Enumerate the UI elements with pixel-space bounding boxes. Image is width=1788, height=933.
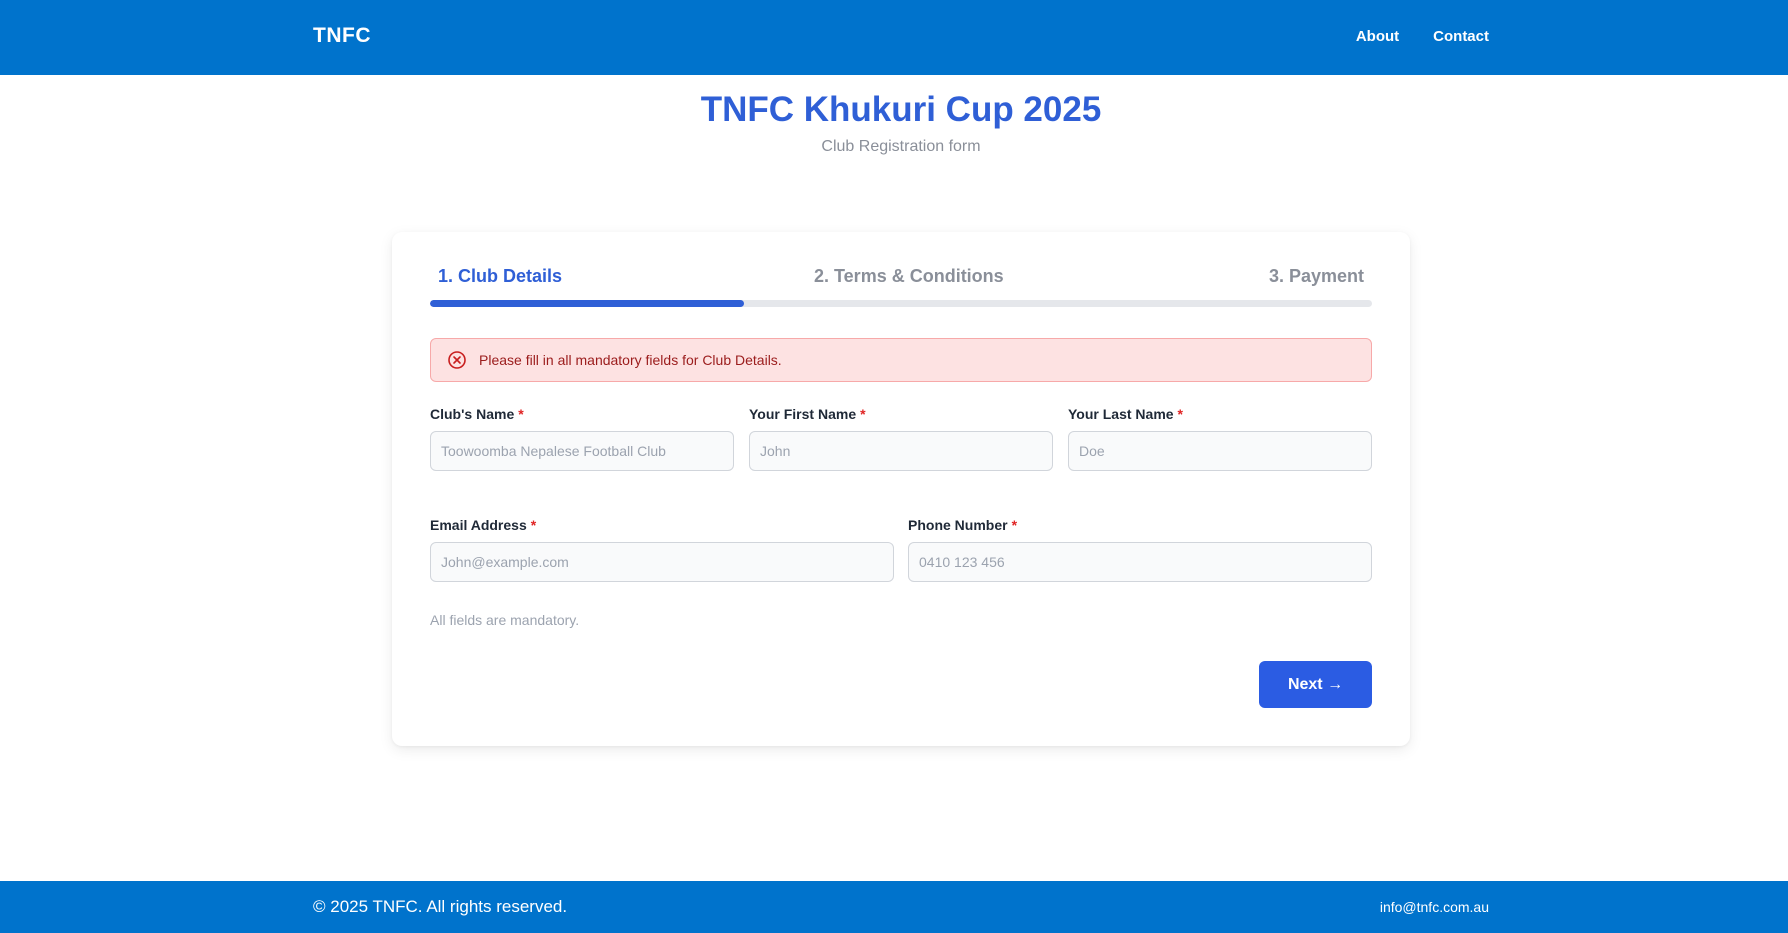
last-name-label-text: Your Last Name bbox=[1068, 406, 1174, 422]
footer-copyright: © 2025 TNFC. All rights reserved. bbox=[313, 897, 568, 916]
wizard-steps: 1. Club Details 2. Terms & Conditions 3.… bbox=[430, 266, 1372, 290]
page-title: TNFC Khukuri Cup 2025 bbox=[700, 90, 1102, 129]
club-name-label: Club's Name * bbox=[430, 406, 524, 422]
required-mark: * bbox=[860, 406, 866, 422]
first-name-input[interactable] bbox=[749, 431, 1053, 471]
step-payment[interactable]: 3. Payment bbox=[1269, 266, 1364, 287]
email-label: Email Address * bbox=[430, 517, 536, 533]
error-circle-icon bbox=[447, 350, 467, 370]
footer: © 2025 TNFC. All rights reserved. info@t… bbox=[0, 881, 1788, 933]
brand-logo[interactable]: TNFC bbox=[313, 24, 371, 48]
required-mark: * bbox=[518, 406, 524, 422]
progress-bar bbox=[430, 300, 1372, 307]
club-name-input[interactable] bbox=[430, 431, 734, 471]
footer-email-link[interactable]: info@tnfc.com.au bbox=[1380, 899, 1489, 915]
required-mark: * bbox=[1177, 406, 1183, 422]
nav-links: About Contact bbox=[1356, 28, 1489, 45]
step-club-details[interactable]: 1. Club Details bbox=[438, 266, 562, 287]
phone-label-text: Phone Number bbox=[908, 517, 1008, 533]
email-label-text: Email Address bbox=[430, 517, 527, 533]
last-name-label: Your Last Name * bbox=[1068, 406, 1183, 422]
nav-link-about[interactable]: About bbox=[1356, 28, 1399, 45]
next-button[interactable]: Next → bbox=[1259, 661, 1372, 708]
error-alert: Please fill in all mandatory fields for … bbox=[430, 338, 1372, 382]
phone-label: Phone Number * bbox=[908, 517, 1017, 533]
nav-link-contact[interactable]: Contact bbox=[1433, 28, 1489, 45]
progress-bar-fill bbox=[430, 300, 744, 307]
top-navbar: TNFC About Contact bbox=[0, 0, 1788, 75]
first-name-label-text: Your First Name bbox=[749, 406, 857, 422]
error-alert-message: Please fill in all mandatory fields for … bbox=[479, 352, 782, 368]
page-subtitle: Club Registration form bbox=[821, 138, 981, 155]
club-name-label-text: Club's Name bbox=[430, 406, 515, 422]
required-mark: * bbox=[530, 517, 537, 533]
registration-card: 1. Club Details 2. Terms & Conditions 3.… bbox=[392, 232, 1410, 746]
last-name-input[interactable] bbox=[1068, 431, 1372, 471]
step-terms-conditions[interactable]: 2. Terms & Conditions bbox=[814, 266, 1004, 287]
email-input[interactable] bbox=[430, 542, 894, 582]
required-mark: * bbox=[1011, 517, 1018, 533]
phone-input[interactable] bbox=[908, 542, 1372, 582]
mandatory-hint: All fields are mandatory. bbox=[430, 612, 580, 628]
first-name-label: Your First Name * bbox=[749, 406, 866, 422]
